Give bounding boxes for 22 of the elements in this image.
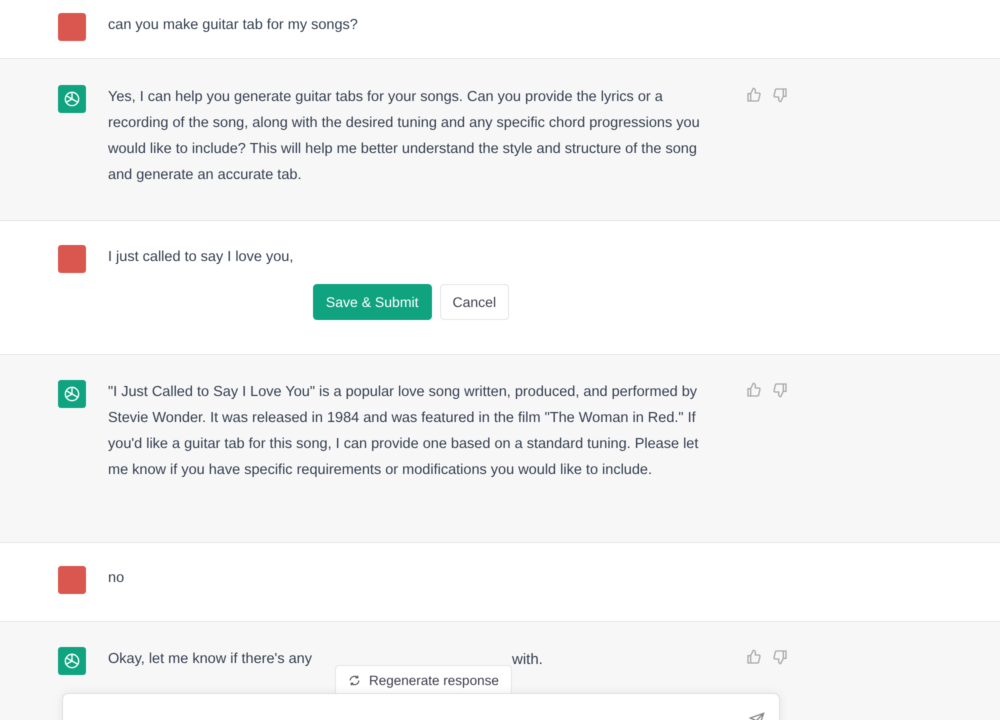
message-text: I just called to say I love you,: [108, 248, 294, 267]
user-avatar: [58, 566, 86, 594]
thumbs-down-icon[interactable]: [772, 649, 788, 665]
thumbs-down-icon[interactable]: [772, 382, 788, 398]
bot-logo-icon: [58, 380, 86, 408]
message-text: with.: [512, 650, 543, 670]
user-avatar: [58, 245, 86, 273]
regenerate-button[interactable]: Regenerate response: [335, 665, 512, 696]
refresh-icon: [348, 674, 361, 687]
message-text: no: [108, 569, 124, 588]
message-text: Yes, I can help you generate guitar tabs for your songs. Can you provide the lyrics or a recording of the song, along with the desired tuning and any specific chord progressions you would like to include? This will help me better understand the style and structure of the song and generate an accurate tab.: [108, 88, 701, 185]
thumbs-down-icon[interactable]: [772, 87, 788, 103]
message-text: "I Just Called to Say I Love You" is a popular love song written, produced, and performed by Stevie Wonder. It was released in 1984 and was featured in the film "The Woman in Red." If you'd like a guitar tab for this song, I can provide one based on a standard tuning. Please let me know if you have specific requirements or modifications you would like to include.: [108, 383, 700, 480]
thumbs-up-icon[interactable]: [746, 87, 762, 103]
cancel-button[interactable]: Cancel: [440, 284, 510, 320]
thumbs-up-icon[interactable]: [746, 649, 762, 665]
message-text: Okay, let me know if there's any: [108, 650, 312, 669]
thumbs-up-icon[interactable]: [746, 382, 762, 398]
bot-logo-icon: [58, 85, 86, 113]
message-text: can you make guitar tab for my songs?: [108, 16, 358, 35]
user-avatar: [58, 13, 86, 41]
bot-logo-icon: [58, 647, 86, 675]
